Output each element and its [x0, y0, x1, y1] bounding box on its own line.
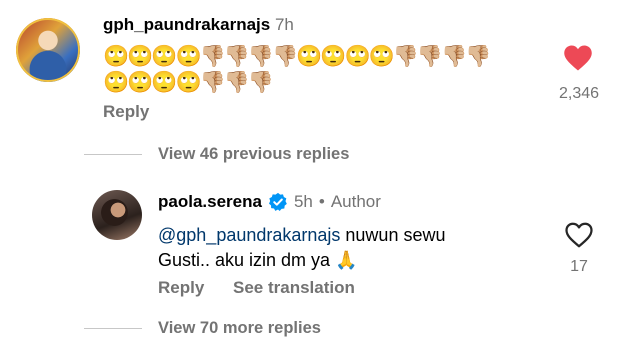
username-text[interactable]: gph_paundrakarnajs [103, 15, 270, 34]
author-label: Author [330, 192, 381, 211]
like-button[interactable] [563, 44, 593, 72]
reply-button[interactable]: Reply [158, 278, 204, 298]
heart-outline-icon [565, 222, 593, 248]
like-button[interactable] [564, 221, 594, 249]
view-previous-replies[interactable]: View 46 previous replies [158, 145, 349, 164]
reply-text: @gph_paundrakarnajs nuwun sewu Gusti.. a… [158, 223, 538, 273]
thread-line [84, 328, 142, 329]
reply-time: 5h [293, 192, 313, 211]
separator-dot: • [318, 192, 325, 211]
like-count: 17 [570, 258, 588, 275]
reply-text-line-1: nuwun sewu [340, 225, 446, 245]
comment-emoji-line-1: 🙄🙄🙄🙄👎🏼👎🏼👎🏼👎🏼🙄🙄🙄🙄👎🏼👎🏼👎🏼👎🏼 [103, 45, 491, 68]
reply-button[interactable]: Reply [103, 102, 149, 122]
comment-username[interactable]: gph_paundrakarnajs 7h [103, 15, 294, 35]
comment-time: 7h [274, 15, 294, 34]
reply-username[interactable]: paola.serena [158, 192, 262, 212]
thread-line [84, 154, 142, 155]
mention-link[interactable]: @gph_paundrakarnajs [158, 225, 340, 245]
comment-emoji-line-2: 🙄🙄🙄🙄👎🏼👎🏼👎🏼 [103, 71, 274, 94]
avatar[interactable] [16, 18, 80, 82]
like-count: 2,346 [558, 85, 600, 102]
see-translation-button[interactable]: See translation [233, 278, 355, 298]
reply-header: paola.serena 5h • Author [158, 192, 381, 212]
heart-filled-icon [564, 45, 592, 71]
verified-badge-icon [268, 192, 287, 211]
avatar[interactable] [92, 190, 142, 240]
reply-text-line-2: Gusti.. aku izin dm ya 🙏 [158, 250, 358, 270]
view-more-replies[interactable]: View 70 more replies [158, 319, 321, 338]
